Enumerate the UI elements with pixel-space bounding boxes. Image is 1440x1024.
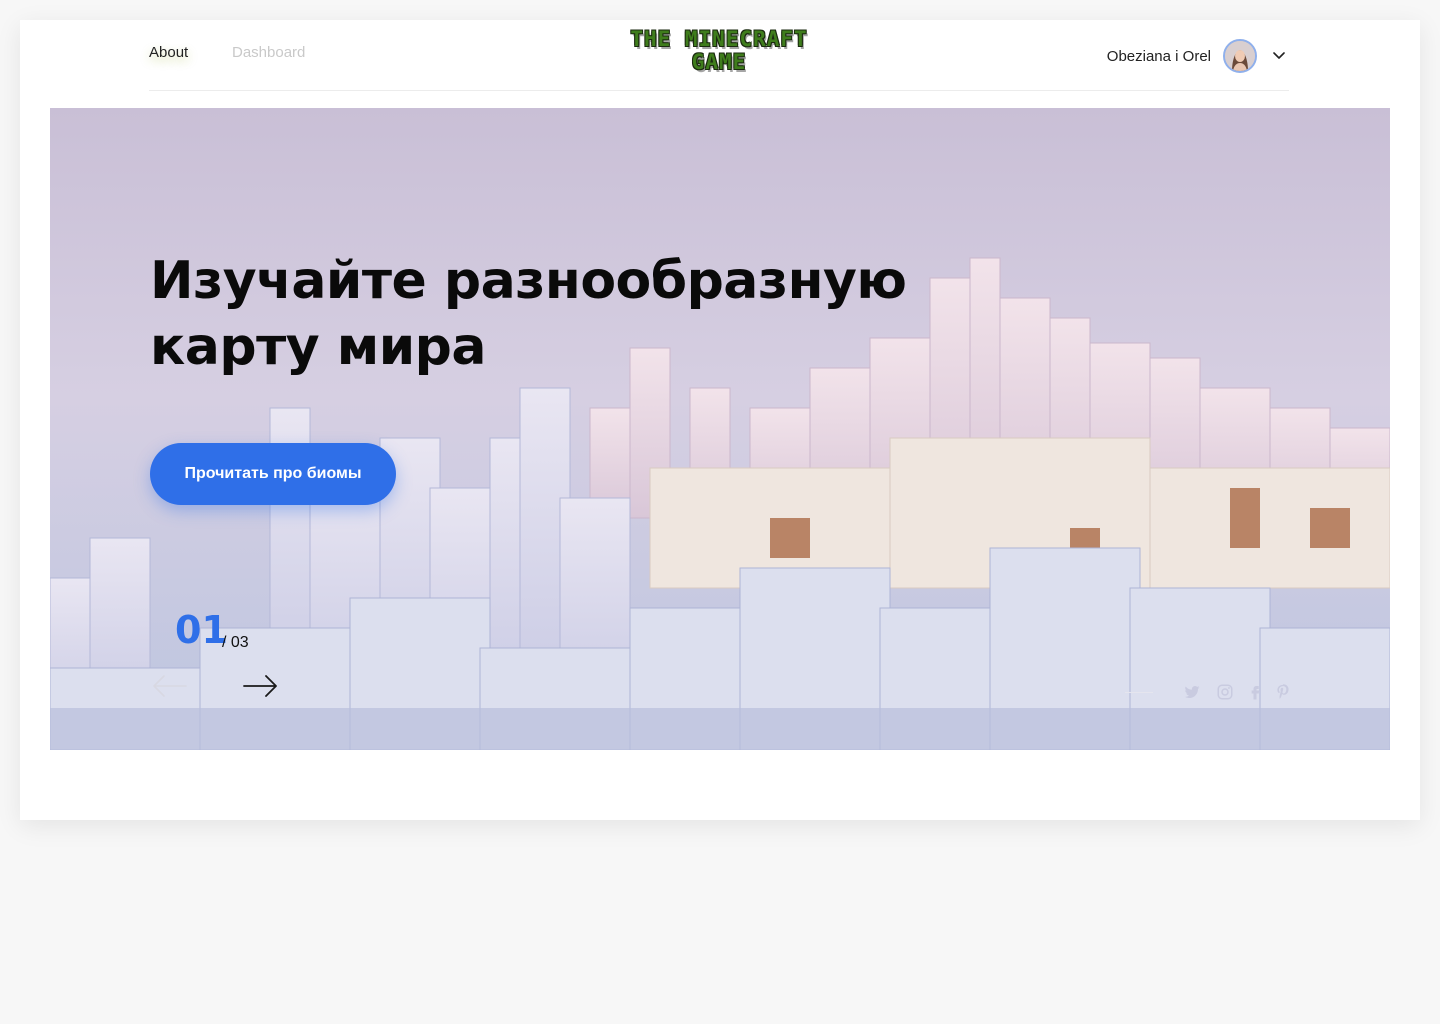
main-card: About Dashboard THE MINECRAFT GAME Obezi… [20, 20, 1420, 820]
top-nav: About Dashboard THE MINECRAFT GAME Obezi… [149, 20, 1289, 91]
avatar[interactable] [1223, 39, 1257, 73]
nav-about-link[interactable]: About [149, 44, 188, 61]
arrow-left-icon[interactable] [150, 670, 190, 702]
chevron-down-icon[interactable] [1269, 46, 1289, 66]
read-biomes-button[interactable]: Прочитать про биомы [150, 443, 396, 505]
minecraft-landscape-image [50, 108, 1390, 750]
hero-title: Изучайте разнообразную карту мира [150, 251, 907, 377]
social-divider [1125, 692, 1153, 693]
pinterest-icon[interactable] [1274, 683, 1292, 701]
hero-banner: Изучайте разнообразную карту мира Прочит… [50, 108, 1390, 750]
user-name: Obeziana i Orel [1106, 47, 1211, 65]
logo[interactable]: THE MINECRAFT GAME [589, 28, 849, 74]
facebook-icon[interactable] [1246, 683, 1264, 701]
slide-counter-total: / 03 [222, 634, 249, 651]
logo-line-2: GAME [691, 50, 747, 74]
slide-counter-current: 01 [175, 608, 228, 652]
twitter-icon[interactable] [1183, 683, 1201, 701]
user-menu[interactable]: Obeziana i Orel [1107, 37, 1289, 75]
avatar-image [1225, 41, 1255, 71]
arrow-right-icon[interactable] [240, 670, 280, 702]
nav-dashboard-link[interactable]: Dashboard [232, 44, 305, 61]
instagram-icon[interactable] [1216, 683, 1234, 701]
logo-line-1: THE MINECRAFT [630, 27, 808, 51]
